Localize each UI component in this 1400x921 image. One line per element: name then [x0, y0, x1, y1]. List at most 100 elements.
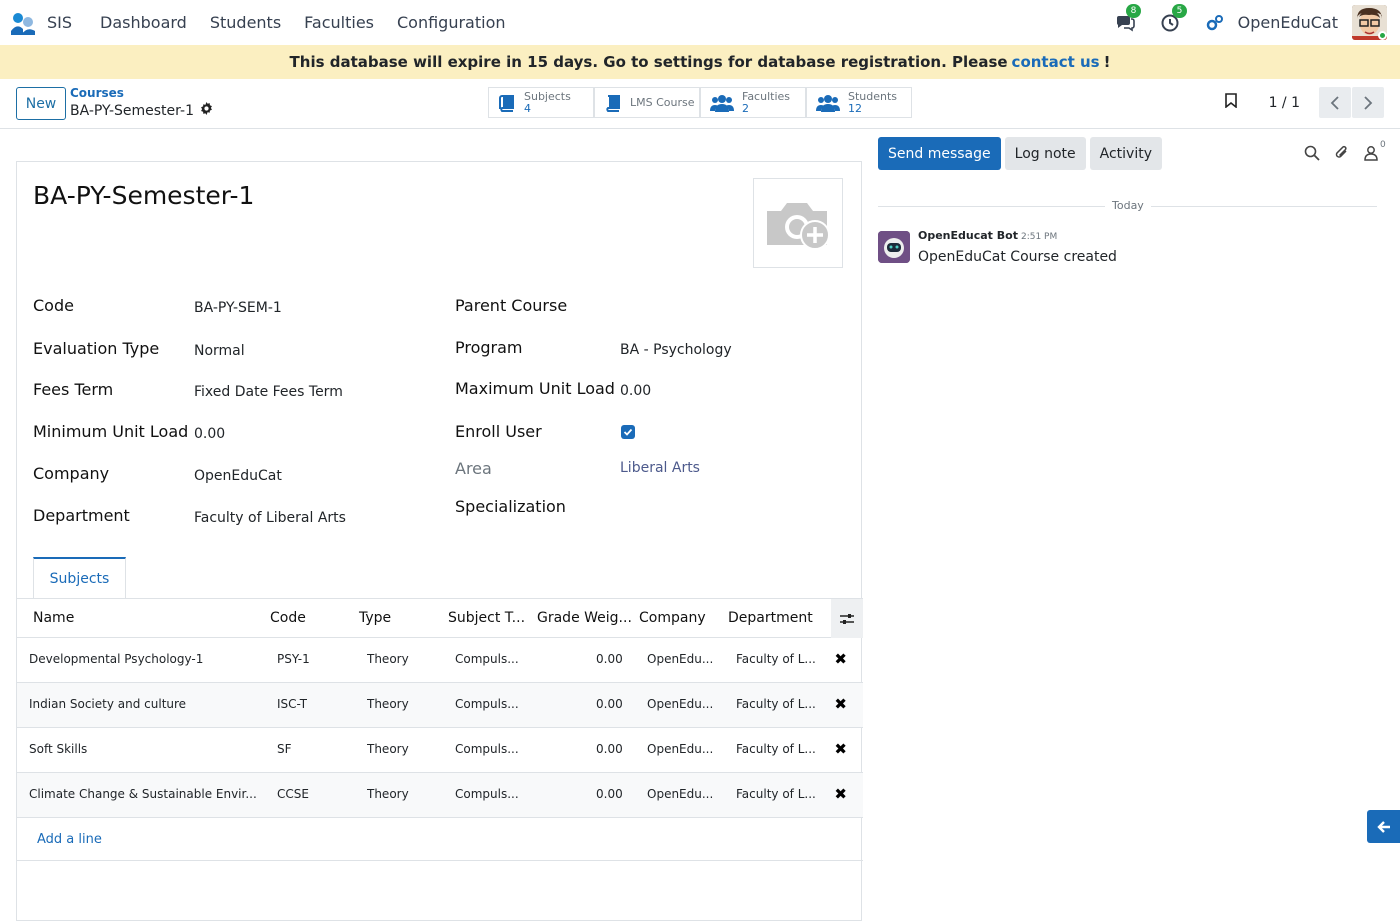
followers-button[interactable]: 0 — [1364, 140, 1386, 165]
faculties-label: Faculties — [742, 89, 791, 103]
program-value[interactable]: BA - Psychology — [620, 342, 732, 358]
breadcrumb-current: BA-PY-Semester-1 — [70, 102, 213, 119]
fees-term-value[interactable]: Fixed Date Fees Term — [194, 384, 343, 400]
tab-subjects[interactable]: Subjects — [33, 557, 126, 598]
menu-configuration[interactable]: Configuration — [397, 13, 506, 32]
table-row[interactable]: Soft Skills SF Theory Compuls... 0.00 Op… — [17, 728, 863, 773]
smart-buttons: Subjects 4 LMS Course Faculties 2 Students… — [488, 87, 912, 118]
new-button[interactable]: New — [16, 87, 66, 120]
col-type[interactable]: Type — [359, 610, 391, 626]
table-row[interactable]: Climate Change & Sustainable Envir... CC… — [17, 773, 863, 818]
col-subject-type[interactable]: Subject T... — [448, 610, 525, 626]
program-label: Program — [455, 338, 523, 357]
students-label: Students — [848, 89, 898, 103]
gear-icon[interactable] — [200, 102, 213, 119]
breadcrumb-current-label: BA-PY-Semester-1 — [70, 102, 194, 119]
row-grade: 0.00 — [596, 697, 623, 711]
row-subject-type: Compuls... — [455, 787, 519, 801]
row-code: CCSE — [277, 787, 309, 801]
enroll-user-checkbox[interactable] — [621, 425, 635, 439]
lms-course-label: LMS Course — [630, 95, 695, 109]
row-type: Theory — [367, 652, 409, 666]
faculties-smart-button[interactable]: Faculties 2 — [700, 87, 806, 118]
messages-button[interactable]: 8 — [1114, 3, 1142, 35]
app-name: SIS — [47, 13, 73, 32]
menu-faculties[interactable]: Faculties — [304, 13, 374, 32]
pager-value[interactable]: 1 / 1 — [1269, 95, 1300, 111]
gears-icon — [1206, 14, 1223, 30]
expiration-banner: This database will expire in 15 days. Go… — [0, 45, 1400, 79]
message-body: OpenEduCat Course created — [918, 249, 1117, 265]
evaluation-type-value[interactable]: Normal — [194, 343, 245, 359]
code-label: Code — [33, 296, 74, 315]
delete-row-icon[interactable]: ✖ — [834, 695, 847, 713]
book-icon — [499, 94, 514, 112]
add-line-link[interactable]: Add a line — [37, 832, 102, 847]
enroll-user-label: Enroll User — [455, 422, 542, 441]
paperclip-icon[interactable] — [1334, 144, 1350, 165]
menu-dashboard[interactable]: Dashboard — [100, 13, 187, 32]
row-grade: 0.00 — [596, 787, 623, 801]
col-code[interactable]: Code — [270, 610, 306, 626]
users-icon — [710, 94, 734, 112]
lms-course-smart-button[interactable]: LMS Course — [594, 87, 700, 118]
course-image-upload[interactable] — [753, 178, 843, 268]
bookmark-icon[interactable] — [1224, 93, 1237, 112]
activity-button[interactable]: Activity — [1089, 137, 1162, 170]
menu-students[interactable]: Students — [210, 13, 281, 32]
col-company[interactable]: Company — [639, 610, 706, 626]
row-subject-type: Compuls... — [455, 652, 519, 666]
col-grade-weightage[interactable]: Grade Weig... — [537, 610, 632, 626]
delete-row-icon[interactable]: ✖ — [834, 740, 847, 758]
students-smart-button[interactable]: Students 12 — [806, 87, 912, 118]
col-department[interactable]: Department — [728, 610, 813, 626]
contact-us-link[interactable]: contact us — [1012, 53, 1100, 71]
department-label: Department — [33, 506, 130, 525]
col-name[interactable]: Name — [33, 610, 74, 626]
sliders-icon — [840, 613, 854, 624]
control-panel: New Courses BA-PY-Semester-1 Subjects 4 L… — [0, 79, 1400, 129]
followers-count: 0 — [1380, 139, 1386, 150]
table-header: Name Code Type Subject T... Grade Weig..… — [17, 598, 863, 638]
code-value[interactable]: BA-PY-SEM-1 — [194, 300, 282, 316]
company-name[interactable]: OpenEduCat — [1238, 13, 1338, 32]
min-unit-load-value[interactable]: 0.00 — [194, 426, 225, 442]
pager-next-button[interactable] — [1352, 87, 1384, 118]
user-avatar[interactable] — [1352, 5, 1387, 40]
department-value[interactable]: Faculty of Liberal Arts — [194, 510, 346, 526]
students-count: 12 — [848, 101, 862, 115]
search-icon[interactable] — [1304, 145, 1320, 165]
table-row[interactable]: Indian Society and culture ISC-T Theory … — [17, 683, 863, 728]
activities-button[interactable]: 5 — [1160, 3, 1188, 35]
row-subject-type: Compuls... — [455, 697, 519, 711]
row-department: Faculty of L... — [736, 652, 816, 666]
pager: 1 / 1 — [1224, 87, 1384, 118]
send-message-button[interactable]: Send message — [878, 137, 1001, 170]
subjects-smart-button[interactable]: Subjects 4 — [488, 87, 594, 118]
row-type: Theory — [367, 697, 409, 711]
delete-row-icon[interactable]: ✖ — [834, 785, 847, 803]
max-unit-load-value[interactable]: 0.00 — [620, 383, 651, 399]
top-navbar: SIS Dashboard Students Faculties Configu… — [0, 0, 1400, 45]
course-title[interactable]: BA-PY-Semester-1 — [33, 181, 254, 210]
company-value[interactable]: OpenEduCat — [194, 468, 282, 484]
systray: 8 5 OpenEduCat — [1114, 0, 1400, 45]
optional-columns-button[interactable] — [831, 599, 863, 638]
message-author-name[interactable]: OpenEducat Bot — [918, 229, 1018, 242]
row-company: OpenEdu... — [647, 652, 714, 666]
delete-row-icon[interactable]: ✖ — [834, 650, 847, 668]
toggle-chatter-button[interactable] — [1367, 810, 1400, 843]
log-note-button[interactable]: Log note — [1004, 137, 1086, 170]
row-company: OpenEdu... — [647, 697, 714, 711]
chatter-topbar: Send message Log note Activity — [878, 137, 1166, 170]
app-brand[interactable]: SIS — [9, 9, 72, 37]
area-label: Area — [455, 459, 492, 478]
table-row[interactable]: Developmental Psychology-1 PSY-1 Theory … — [17, 638, 863, 683]
area-value[interactable]: Liberal Arts — [620, 460, 700, 476]
subjects-table: Name Code Type Subject T... Grade Weig..… — [17, 598, 863, 861]
online-status-dot — [1378, 31, 1387, 40]
openeducat-logo-icon — [9, 9, 37, 37]
breadcrumb-courses[interactable]: Courses — [70, 86, 124, 100]
pager-previous-button[interactable] — [1319, 87, 1351, 118]
switch-company-button[interactable] — [1206, 11, 1224, 35]
